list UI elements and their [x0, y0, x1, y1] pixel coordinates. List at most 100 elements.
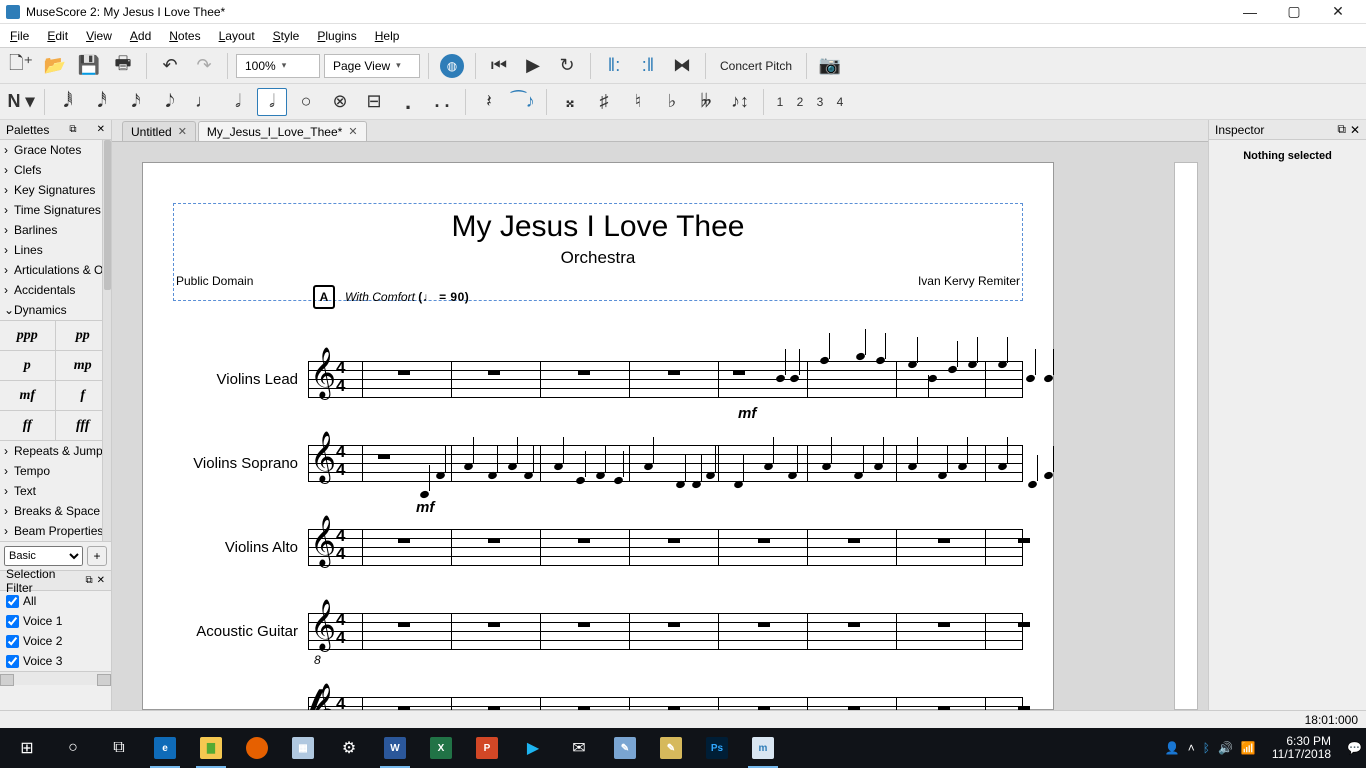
note-input-button[interactable]: N ▾ — [6, 88, 36, 116]
start-button[interactable]: ⊞ — [4, 728, 50, 768]
menu-edit[interactable]: Edit — [41, 27, 74, 45]
duration-8th[interactable]: 𝅘𝅥𝅮 — [155, 88, 185, 116]
staff-violins-soprano[interactable]: Violins Soprano 𝄞 44 — [173, 445, 1023, 481]
close-panel-icon[interactable]: ✕ — [1350, 123, 1360, 137]
staff-violins-alto[interactable]: Violins Alto 𝄞 44 — [173, 529, 1023, 565]
inspector-header[interactable]: Inspector ⧉ ✕ — [1209, 120, 1366, 140]
dynamic-mf[interactable]: mf — [738, 405, 756, 422]
palettes-header[interactable]: Palettes ⧉ ✕ — [0, 120, 111, 140]
duration-longa[interactable]: ⊟ — [359, 88, 389, 116]
rest-button[interactable]: 𝄽 — [474, 88, 504, 116]
tray-bluetooth-icon[interactable]: ᛒ — [1203, 741, 1210, 755]
screenshot-button[interactable]: 📷 — [815, 52, 845, 80]
tray-people-icon[interactable]: 👤 — [1165, 741, 1180, 755]
taskbar-edge[interactable]: e — [142, 728, 188, 768]
title-frame-selected[interactable]: My Jesus I Love Thee Orchestra Public Do… — [173, 203, 1023, 301]
staff-acoustic-guitar[interactable]: Acoustic Guitar 𝄞 8 44 — [173, 613, 1023, 649]
tempo-text[interactable]: With Comfort (♩ = 90) — [345, 290, 469, 304]
taskbar-powerpoint[interactable]: P — [464, 728, 510, 768]
taskbar-photoshop[interactable]: Ps — [694, 728, 740, 768]
play-button[interactable]: ▶ — [518, 52, 548, 80]
open-button[interactable]: 📂 — [40, 52, 70, 80]
menu-layout[interactable]: Layout — [213, 27, 261, 45]
palette-articulations[interactable]: ›Articulations & O — [0, 260, 111, 280]
sf-voice2[interactable]: Voice 2 — [0, 631, 111, 651]
palette-text[interactable]: ›Text — [0, 481, 111, 501]
double-dot-button[interactable]: . . — [427, 88, 457, 116]
taskbar-app2[interactable]: ✎ — [602, 728, 648, 768]
dyn-ff[interactable]: ff — [0, 411, 56, 441]
voice-2-button[interactable]: 2 — [792, 95, 808, 109]
double-sharp-button[interactable]: 𝄪 — [555, 88, 585, 116]
voice-1-button[interactable]: 1 — [772, 95, 788, 109]
staff-piano-top[interactable]: ⎛ 𝄞 44 — [173, 697, 1023, 710]
redo-button[interactable]: ↷ — [189, 52, 219, 80]
duration-half-active[interactable]: 𝅗𝅥 — [257, 88, 287, 116]
concert-pitch-button[interactable]: Concert Pitch — [714, 59, 798, 73]
score-canvas[interactable]: My Jesus I Love Thee Orchestra Public Do… — [112, 142, 1208, 710]
print-button[interactable]: 🖶 — [108, 52, 138, 80]
score-composer[interactable]: Ivan Kervy Remiter — [918, 274, 1020, 288]
h-scrollbar[interactable] — [0, 671, 111, 685]
add-workspace-button[interactable]: + — [87, 546, 107, 566]
menu-add[interactable]: Add — [124, 27, 157, 45]
close-panel-icon[interactable]: ✕ — [97, 124, 105, 135]
undock-icon[interactable]: ⧉ — [69, 124, 76, 135]
palette-accidentals[interactable]: ›Accidentals — [0, 280, 111, 300]
sharp-button[interactable]: ♯ — [589, 88, 619, 116]
duration-32nd[interactable]: 𝅘𝅥𝅰 — [87, 88, 117, 116]
repeat-end-button[interactable]: :‖ — [633, 52, 663, 80]
workspace-select[interactable]: Basic — [4, 546, 83, 566]
tie-button[interactable]: ⁀♪ — [508, 88, 538, 116]
sf-voice1[interactable]: Voice 1 — [0, 611, 111, 631]
double-flat-button[interactable]: 𝄫 — [691, 88, 721, 116]
taskbar-explorer[interactable]: ▇ — [188, 728, 234, 768]
dyn-p[interactable]: p — [0, 351, 56, 381]
menu-view[interactable]: View — [80, 27, 118, 45]
undock-icon[interactable]: ⧉ — [85, 575, 92, 586]
taskbar-musescore[interactable]: m — [740, 728, 786, 768]
menu-style[interactable]: Style — [267, 27, 306, 45]
taskbar-firefox[interactable] — [234, 728, 280, 768]
rewind-button[interactable]: ⏮ — [484, 52, 514, 80]
palette-lines[interactable]: ›Lines — [0, 240, 111, 260]
palette-grace-notes[interactable]: ›Grace Notes — [0, 140, 111, 160]
dot-button[interactable]: . — [393, 88, 423, 116]
close-tab-icon[interactable]: ✕ — [178, 125, 187, 138]
view-select[interactable]: Page View▾ — [324, 54, 420, 78]
tray-clock[interactable]: 6:30 PM 11/17/2018 — [1264, 735, 1339, 761]
score-left-text[interactable]: Public Domain — [176, 274, 253, 288]
taskbar-app3[interactable]: ✎ — [648, 728, 694, 768]
new-button[interactable]: 🗋⁺ — [6, 52, 36, 80]
score-title[interactable]: My Jesus I Love Thee — [176, 210, 1020, 244]
mixer-button[interactable]: ◍ — [437, 52, 467, 80]
cortana-button[interactable]: ○ — [50, 728, 96, 768]
tray-wifi-icon[interactable]: 📶 — [1241, 741, 1256, 755]
duration-64th[interactable]: 𝅘𝅥𝅱 — [53, 88, 83, 116]
flat-button[interactable]: ♭ — [657, 88, 687, 116]
close-button[interactable]: ✕ — [1316, 0, 1360, 24]
sf-voice3[interactable]: Voice 3 — [0, 651, 111, 671]
selection-filter-header[interactable]: Selection Filter ⧉ ✕ — [0, 571, 111, 591]
palette-barlines[interactable]: ›Barlines — [0, 220, 111, 240]
undo-button[interactable]: ↶ — [155, 52, 185, 80]
taskbar-app1[interactable]: ▦ — [280, 728, 326, 768]
metronome-button[interactable]: ⧓ — [667, 52, 697, 80]
score-subtitle[interactable]: Orchestra — [176, 248, 1020, 268]
palette-beam[interactable]: ›Beam Properties — [0, 521, 111, 541]
palette-tempo[interactable]: ›Tempo — [0, 461, 111, 481]
task-view-button[interactable]: ⧉ — [96, 728, 142, 768]
duration-breve[interactable]: ⊗ — [325, 88, 355, 116]
menu-plugins[interactable]: Plugins — [311, 27, 362, 45]
taskbar-settings[interactable]: ⚙ — [326, 728, 372, 768]
menu-notes[interactable]: Notes — [163, 27, 206, 45]
rehearsal-mark[interactable]: A — [313, 285, 335, 309]
maximize-button[interactable]: ▢ — [1272, 0, 1316, 24]
natural-button[interactable]: ♮ — [623, 88, 653, 116]
undock-icon[interactable]: ⧉ — [1337, 122, 1346, 137]
tray-chevron-icon[interactable]: ˄ — [1188, 741, 1195, 755]
duration-half[interactable]: 𝅗𝅥 — [223, 88, 253, 116]
menu-help[interactable]: Help — [369, 27, 406, 45]
menu-file[interactable]: File — [4, 27, 35, 45]
tray-notifications-icon[interactable]: 💬 — [1347, 741, 1362, 755]
